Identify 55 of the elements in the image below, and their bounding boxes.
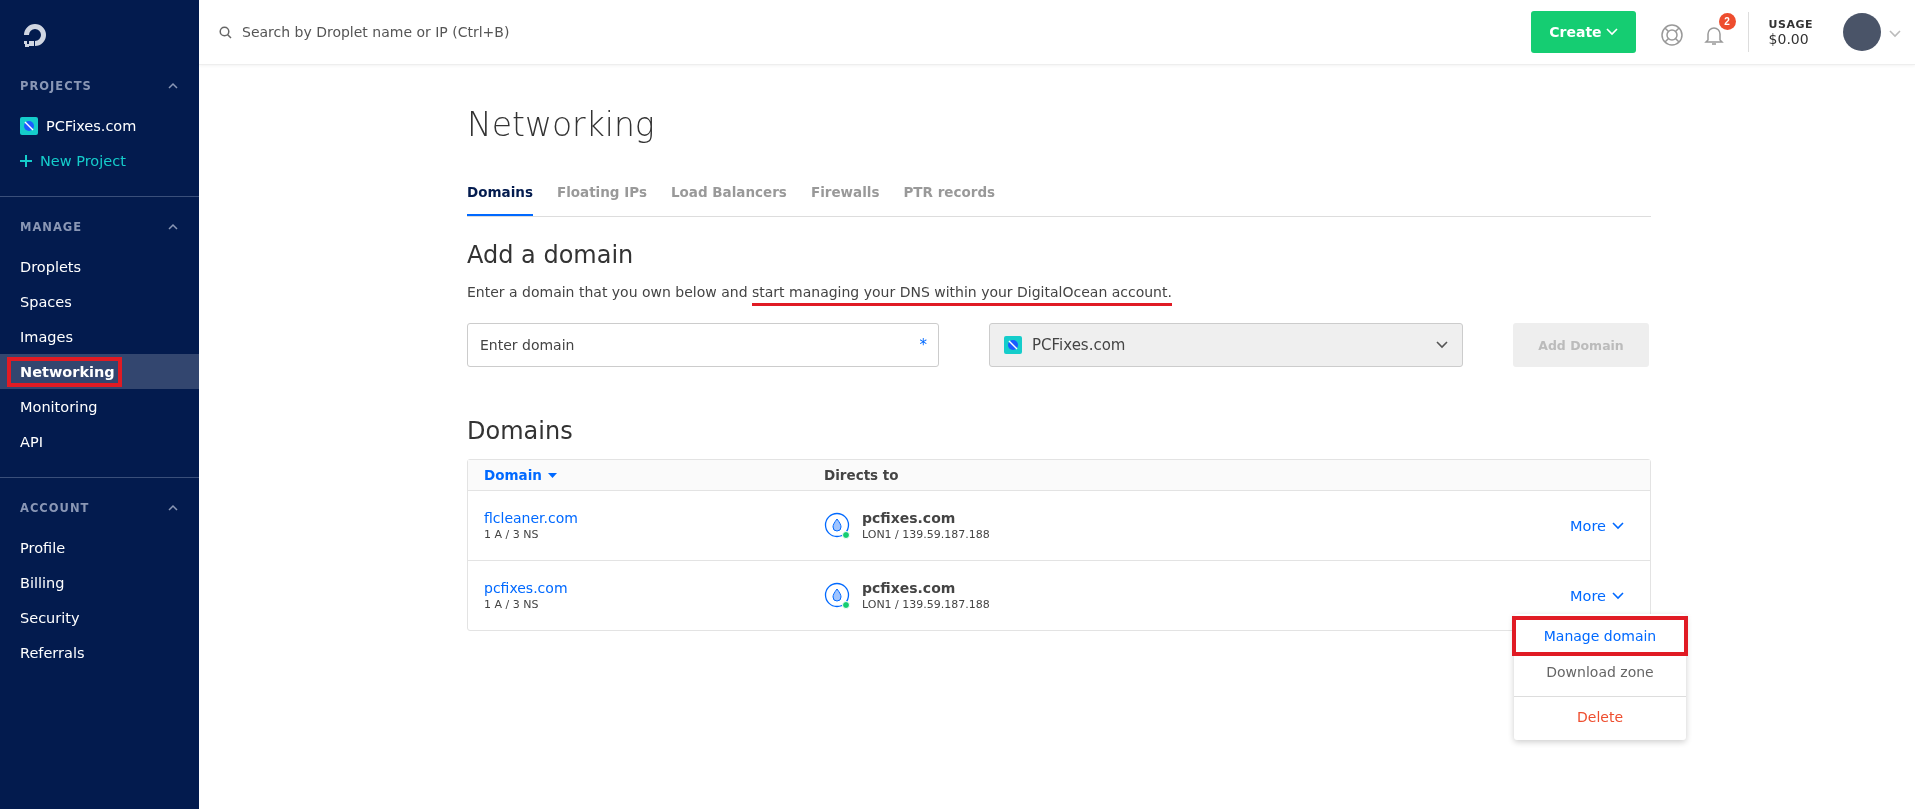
project-icon (20, 116, 38, 135)
caret-icon (1612, 591, 1624, 600)
droplet-detail: LON1 / 139.59.187.188 (862, 528, 990, 541)
sidebar-item[interactable]: Networking (0, 354, 199, 389)
droplet-icon (824, 581, 852, 610)
section-title: MANAGE (20, 220, 83, 234)
sidebar-item[interactable]: API (0, 424, 199, 459)
caret-icon (1436, 341, 1448, 349)
plus-icon (20, 154, 32, 167)
caret-icon (1889, 29, 1901, 38)
caret-icon (1612, 521, 1624, 530)
menu-item[interactable]: Manage domain (1514, 618, 1686, 654)
notification-count: 2 (1718, 13, 1736, 30)
section-heading: Domains (467, 417, 574, 445)
column-header[interactable]: Domain (484, 467, 824, 483)
lifebuoy-icon (1659, 23, 1684, 47)
section-heading: Add a domain (467, 241, 635, 269)
sidebar-item[interactable]: Profile (0, 530, 199, 565)
project-link[interactable]: PCFixes.com (0, 108, 199, 143)
sidebar-item[interactable]: Images (0, 319, 199, 354)
usage-value: $0.00 (1768, 30, 1810, 47)
menu-item[interactable]: Delete (1514, 696, 1686, 736)
project-icon (1004, 336, 1022, 354)
search-icon (219, 25, 232, 39)
usage-label: USAGE (1768, 17, 1813, 31)
required-mark: * (919, 336, 927, 354)
domain-link[interactable]: pcfixes.com (484, 580, 824, 596)
sidebar-item[interactable]: New Project (0, 143, 199, 178)
sidebar-item[interactable]: Security (0, 600, 199, 635)
domain-link[interactable]: flcleaner.com (484, 510, 824, 526)
caret-icon (1605, 28, 1618, 36)
avatar[interactable] (1843, 13, 1881, 51)
section-title: ACCOUNT (20, 501, 90, 515)
record-count: 1 A / 3 NS (484, 528, 540, 541)
record-count: 1 A / 3 NS (484, 598, 540, 611)
column-header[interactable]: Directs to (824, 467, 1634, 483)
sidebar-item[interactable]: Billing (0, 565, 199, 600)
section-title: PROJECTS (20, 79, 92, 93)
menu-item[interactable]: Download zone (1514, 654, 1686, 690)
sort-icon (547, 472, 557, 478)
sidebar-item[interactable]: Referrals (0, 635, 199, 670)
droplet-detail: LON1 / 139.59.187.188 (862, 598, 990, 611)
sidebar-item[interactable]: Spaces (0, 284, 199, 319)
tab[interactable]: Domains (467, 184, 533, 216)
more-button[interactable]: More (1564, 586, 1630, 605)
droplet-name: pcfixes.com (862, 580, 957, 596)
project-select[interactable]: PCFixes.com (989, 323, 1463, 367)
page-title: Networking (467, 105, 656, 144)
droplet-icon (824, 511, 852, 540)
sidebar-item[interactable]: Monitoring (0, 389, 199, 424)
sidebar-item[interactable]: Droplets (0, 249, 199, 284)
description-text: Enter a domain that you own below and start managing your DNS within your DigitalOcean account. (467, 283, 1651, 307)
droplet-name: pcfixes.com (862, 510, 957, 526)
notifications-button[interactable]: 2 (1693, 11, 1736, 53)
more-button[interactable]: More (1564, 516, 1630, 535)
